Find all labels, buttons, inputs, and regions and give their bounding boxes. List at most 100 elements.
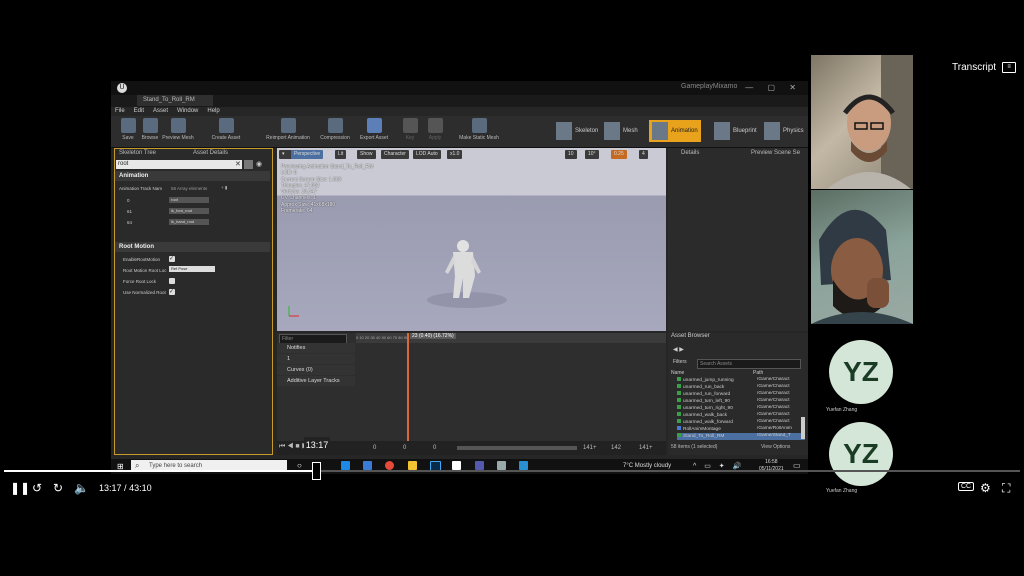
scale-snap-value[interactable]: 0.25 [611,150,627,159]
menu-help[interactable]: Help [207,108,219,114]
mode-mesh[interactable]: Mesh [601,120,641,142]
tab-asset-details[interactable]: Asset Details [193,149,228,158]
rotation-snap-value[interactable]: 10° [585,150,599,159]
window-controls[interactable]: — ▢ ✕ [745,83,802,92]
physics-icon [764,122,780,140]
transcript-button[interactable]: Transcript ≡ [952,62,1017,73]
asset-tab[interactable]: Stand_To_Roll_RM [137,95,213,106]
maya-icon[interactable] [519,461,528,470]
asset-search-input[interactable]: Search Assets [697,359,801,369]
tab-details[interactable]: Details [681,149,699,158]
notify-row[interactable]: 1 [277,354,355,364]
camera-speed-value[interactable]: 4 [639,150,648,159]
mode-physics[interactable]: Physics [761,120,807,142]
lod-button[interactable]: LOD Auto [413,150,441,159]
rewind-10-icon[interactable]: ↺ [32,481,42,495]
asset-row[interactable]: unarmed_turn_left_90/Game/Charact [677,398,805,405]
asset-row[interactable]: RollAnimMontage/Game/RollAnim [677,426,805,433]
enable-root-motion-checkbox[interactable] [169,255,175,262]
cortana-icon[interactable]: ○ [297,461,302,470]
col-name[interactable]: Name [671,370,684,376]
grid-view-icon[interactable] [244,160,253,169]
store-icon[interactable] [363,461,372,470]
view-options-button[interactable]: View Options [761,444,790,450]
app-icon[interactable] [497,461,506,470]
character-button[interactable]: Character [381,150,409,159]
menu-edit[interactable]: Edit [134,108,144,114]
pause-icon[interactable]: ❚❚ [10,481,30,495]
perspective-button[interactable]: Perspective [291,150,324,159]
show-button[interactable]: Show [357,150,376,159]
asset-row[interactable]: unarmed_walk_forward/Game/Charact [677,419,805,426]
reimport-animation-button[interactable]: Reimport Animation [262,118,314,141]
forward-10-icon[interactable]: ↻ [53,481,63,495]
eye-icon[interactable]: ◉ [256,160,262,168]
track-name-field[interactable]: root [169,197,209,203]
root-lock-select[interactable]: Ref Pose [169,266,215,272]
timeline-scrollbar[interactable] [457,446,577,450]
asset-row[interactable]: unarmed_jump_running/Game/Charact [677,377,805,384]
filters-button[interactable]: Filters [673,359,687,365]
notifications-icon[interactable]: ▭ [793,461,801,470]
asset-row[interactable]: unarmed_run_back/Game/Charact [677,384,805,391]
progress-thumb[interactable] [311,462,321,480]
playhead[interactable] [407,333,409,453]
export-asset-button[interactable]: Export Asset [356,118,392,141]
compression-button[interactable]: Compression [316,118,354,141]
preview-mesh-icon [170,118,186,133]
mode-skeleton[interactable]: Skeleton [553,120,601,142]
participant-avatar[interactable]: YZ [829,422,893,486]
tab-skeleton-tree[interactable]: Skeleton Tree [119,149,156,158]
grid-snap-value[interactable]: 10 [565,150,577,159]
make-static-mesh-button[interactable]: Make Static Mesh [451,118,507,141]
asset-scrollbar[interactable] [801,417,805,439]
nav-arrows-icon[interactable]: ◀ ▶ [673,346,684,353]
unreal-taskbar-icon[interactable] [452,461,461,470]
chrome-icon[interactable] [385,461,394,470]
fullscreen-icon[interactable]: ⛶ [1002,481,1010,496]
clear-search-icon[interactable]: ✕ [235,160,241,168]
add-element-icon[interactable]: + ▮ [221,185,227,191]
lit-button[interactable]: Lit [335,150,347,159]
weather-widget[interactable]: 7°C Mostly cloudy [623,463,671,469]
edge-icon[interactable] [341,461,350,470]
notifies-track[interactable]: Notifies [277,343,355,353]
force-root-lock-checkbox[interactable] [169,278,175,284]
asset-browser-title[interactable]: Asset Browser [671,333,710,339]
transcript-label: Transcript [952,62,997,73]
track-name-field[interactable]: ik_foot_root [169,208,209,214]
participant-avatar[interactable]: YZ [829,340,893,404]
mode-blueprint[interactable]: Blueprint [711,120,760,142]
playback-speed-button[interactable]: x1.0 [447,150,463,159]
timeline-ruler[interactable]: 0 10 20 30 40 50 60 70 80 90 100 110 120… [356,333,666,343]
menu-window[interactable]: Window [177,108,198,114]
additive-layer-tracks[interactable]: Additive Layer Tracks [277,376,355,386]
asset-row[interactable]: unarmed_walk_back/Game/Charact [677,412,805,419]
curves-track[interactable]: Curves (0) [277,365,355,375]
explorer-icon[interactable] [408,461,417,470]
asset-row-selected[interactable]: Stand_To_Roll_RM/Game/Stand_T [677,433,805,440]
participant-video-image [827,55,913,189]
key-button[interactable]: Key [400,118,420,141]
anim-sequence-icon [677,384,681,388]
system-tray-icons[interactable]: ^ ▭ ✦ 🔊 [693,462,744,470]
captions-button[interactable]: CC [958,482,975,491]
volume-icon[interactable]: 🔈 [74,481,89,495]
animation-section[interactable]: Animation [115,171,270,181]
asset-row[interactable]: unarmed_turn_right_90/Game/Charact [677,405,805,412]
menu-file[interactable]: File [115,108,125,114]
create-asset-button[interactable]: Create Asset [209,118,243,141]
track-name-field[interactable]: ik_hand_root [169,219,209,225]
root-motion-section[interactable]: Root Motion [115,242,270,252]
teams-icon[interactable] [475,461,484,470]
use-normalized-root-checkbox[interactable] [169,288,175,295]
details-search-input[interactable]: root [116,160,242,169]
mode-animation[interactable]: Animation [649,120,701,142]
menu-asset[interactable]: Asset [153,108,168,114]
settings-gear-icon[interactable]: ⚙ [980,481,991,495]
tab-preview-scene[interactable]: Preview Scene Se [751,149,800,158]
asset-row[interactable]: unarmed_run_forward/Game/Charact [677,391,805,398]
col-path[interactable]: Path [753,370,763,376]
preview-mesh-button[interactable]: Preview Mesh [161,118,195,141]
apply-button[interactable]: Apply [424,118,446,141]
